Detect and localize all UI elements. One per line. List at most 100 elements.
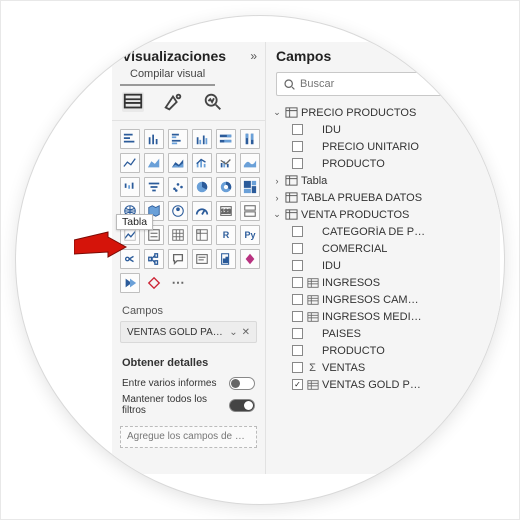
format-visual-icon[interactable] [162,92,184,112]
field-node[interactable]: PRODUCTO [272,155,494,172]
field-checkbox[interactable] [292,226,303,237]
field-label: VENTAS GOLD P… [322,379,494,391]
field-label: COMERCIAL [322,243,494,255]
powerbi-panes: Visualizaciones » Compilar visual [112,42,500,474]
field-checkbox[interactable] [292,311,303,322]
viz-power-automate[interactable] [120,273,140,293]
field-checkbox[interactable] [292,243,303,254]
viz-line[interactable] [120,153,140,173]
viz-clustered-column[interactable] [192,129,212,149]
circle-clip: Visualizaciones » Compilar visual [16,16,504,504]
field-node[interactable]: CATEGORÍA DE P… [272,223,494,240]
viz-gallery: 123 R Py ⋯ [112,121,265,299]
field-node[interactable]: IDU [272,257,494,274]
field-node[interactable]: ΣVENTAS [272,359,494,376]
field-node[interactable]: IDU [272,121,494,138]
keep-filters-toggle[interactable] [229,399,255,412]
field-checkbox[interactable] [292,362,303,373]
viz-waterfall[interactable] [120,177,140,197]
field-node[interactable]: VENTAS GOLD P… [272,376,494,393]
remove-field-icon[interactable]: ✕ [240,327,252,338]
search-field[interactable] [300,78,483,90]
field-node[interactable]: PRODUCTO [272,342,494,359]
viz-scatter[interactable] [168,177,188,197]
field-checkbox[interactable] [292,158,303,169]
field-node[interactable]: COMERCIAL [272,240,494,257]
field-checkbox[interactable] [292,141,303,152]
field-checkbox[interactable] [292,260,303,271]
viz-paginated-report[interactable] [216,249,236,269]
expand-caret-icon[interactable]: › [272,176,282,186]
viz-gauge[interactable] [192,201,212,221]
chevron-down-icon[interactable]: ⌄ [227,327,239,338]
viz-area[interactable] [144,153,164,173]
field-well-values[interactable]: VENTAS GOLD PAULA ⌄ ✕ [120,321,257,343]
field-checkbox[interactable] [292,277,303,288]
viz-clustered-bar[interactable] [168,129,188,149]
viz-qa[interactable] [168,249,188,269]
field-node[interactable]: PRECIO UNITARIO [272,138,494,155]
collapse-icon[interactable]: » [485,49,490,63]
callout-arrow-icon [74,230,128,264]
viz-tab-build[interactable]: Compilar visual [120,66,215,86]
viz-stacked-bar[interactable] [120,129,140,149]
field-type-icon [306,140,319,153]
table-node[interactable]: ⌄VENTA PRODUCTOS [272,206,494,223]
field-node[interactable]: INGRESOS [272,274,494,291]
field-node[interactable]: INGRESOS CAM… [272,291,494,308]
field-checkbox[interactable] [292,379,303,390]
viz-power-apps[interactable] [240,249,260,269]
field-checkbox[interactable] [292,294,303,305]
fields-pane-title: Campos [276,48,331,64]
expand-caret-icon[interactable]: ⌄ [272,209,282,220]
field-type-icon [306,378,319,391]
viz-line-stacked-column[interactable] [192,153,212,173]
viz-more-icon[interactable]: ⋯ [168,273,188,293]
viz-azure-map[interactable] [168,201,188,221]
viz-funnel[interactable] [144,177,164,197]
analytics-icon[interactable] [202,92,224,112]
search-input[interactable] [276,72,490,96]
cross-report-toggle[interactable] [229,377,255,390]
search-icon [283,78,296,91]
field-node[interactable]: INGRESOS MEDI… [272,308,494,325]
field-checkbox[interactable] [292,124,303,135]
table-icon [285,106,298,119]
viz-decomposition-tree[interactable] [144,249,164,269]
viz-stacked-area[interactable] [168,153,188,173]
field-label: PRODUCTO [322,345,494,357]
viz-get-more[interactable] [144,273,164,293]
table-node[interactable]: ›TABLA PRUEBA DATOS [272,189,494,206]
table-node[interactable]: ⌄PRECIO PRODUCTOS [272,104,494,121]
viz-100-stacked-bar[interactable] [216,129,236,149]
viz-pie[interactable] [192,177,212,197]
field-type-icon [306,242,319,255]
viz-stacked-column[interactable] [144,129,164,149]
expand-caret-icon[interactable]: › [272,193,282,203]
table-label: Tabla [301,175,494,187]
field-type-icon [306,344,319,357]
collapse-icon[interactable]: » [250,49,255,63]
viz-multi-card[interactable] [240,201,260,221]
viz-r-visual[interactable]: R [216,225,236,245]
viz-card[interactable]: 123 [216,201,236,221]
field-checkbox[interactable] [292,328,303,339]
table-icon [285,208,298,221]
field-node[interactable]: PAISES [272,325,494,342]
table-node[interactable]: › Tabla [272,172,494,189]
viz-treemap[interactable] [240,177,260,197]
drill-section-title: Obtener detalles [112,347,265,375]
viz-python-visual[interactable]: Py [240,225,260,245]
drill-fields-well[interactable]: Agregue los campos de ob… [120,426,257,448]
field-checkbox[interactable] [292,345,303,356]
viz-ribbon[interactable] [240,153,260,173]
viz-matrix[interactable] [192,225,212,245]
viz-smart-narrative[interactable] [192,249,212,269]
viz-table[interactable] [168,225,188,245]
build-visual-icon[interactable] [122,92,144,112]
viz-line-clustered-column[interactable] [216,153,236,173]
expand-caret-icon[interactable]: ⌄ [272,107,282,118]
viz-100-stacked-column[interactable] [240,129,260,149]
viz-donut[interactable] [216,177,236,197]
field-label: IDU [322,124,494,136]
